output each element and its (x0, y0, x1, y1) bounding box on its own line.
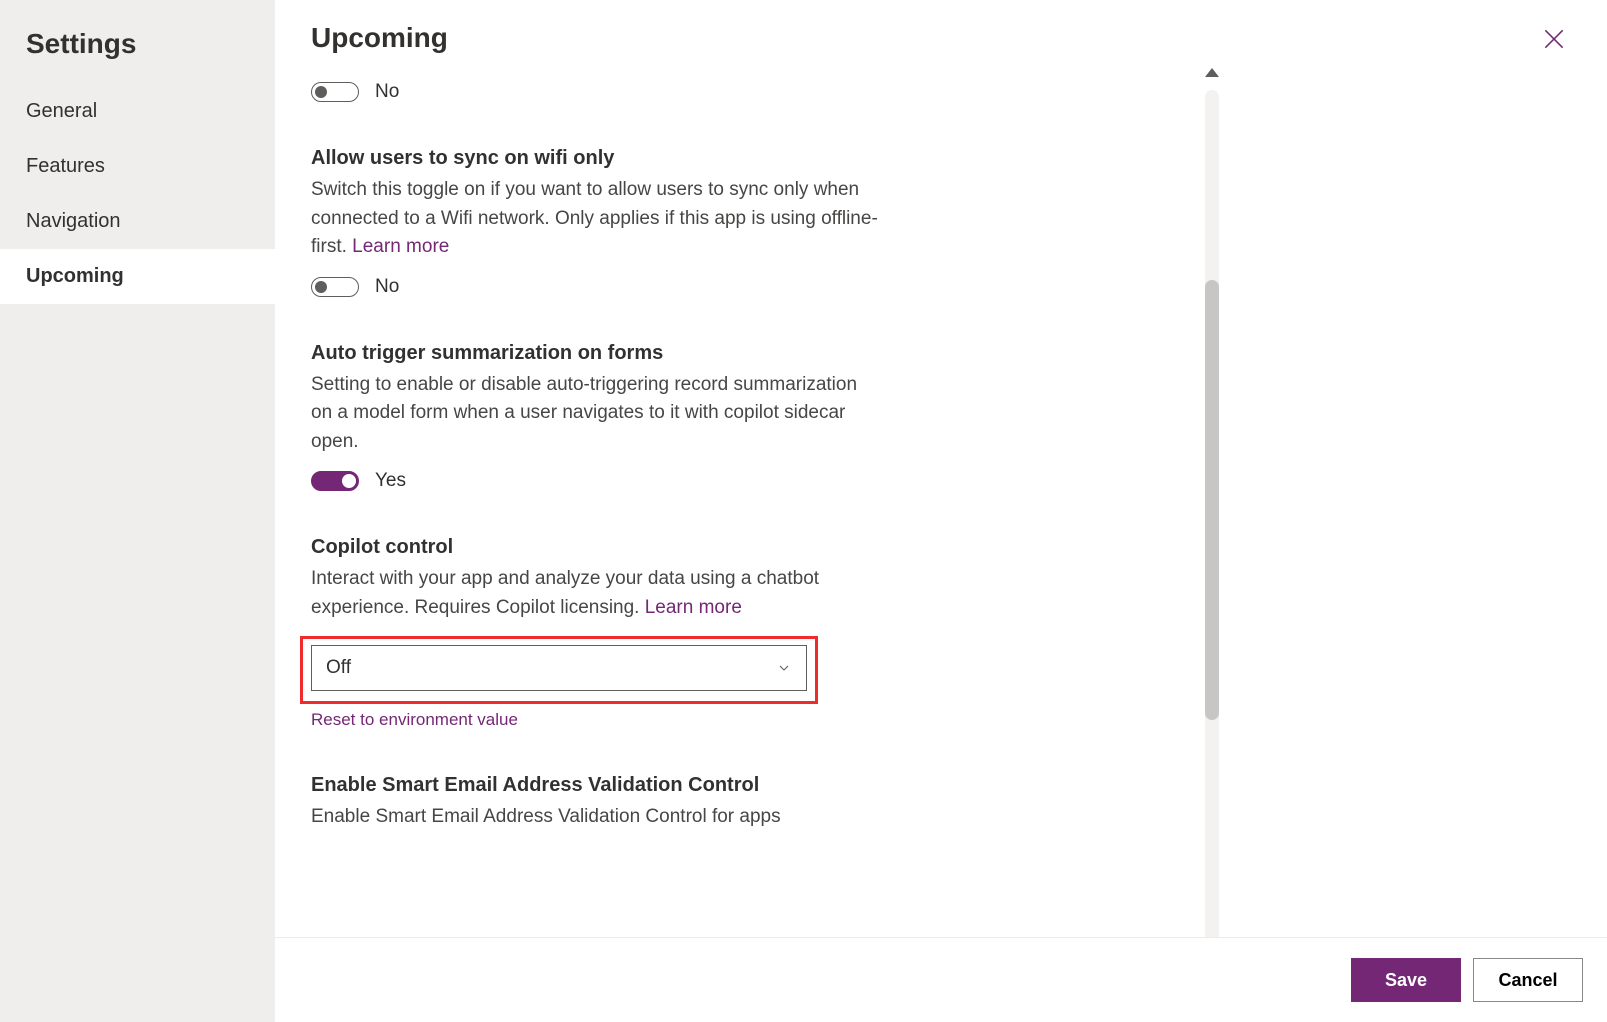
toggle-label-wifi: No (375, 276, 399, 298)
cancel-button[interactable]: Cancel (1473, 958, 1583, 1002)
toggle-wifi-sync[interactable] (311, 277, 359, 297)
scrollbar (1195, 61, 1229, 1022)
footer: Save Cancel (275, 937, 1607, 1022)
save-button[interactable]: Save (1351, 958, 1461, 1002)
sidebar-item-navigation[interactable]: Navigation (0, 194, 275, 249)
setting-title-wifi: Allow users to sync on wifi only (311, 147, 1159, 170)
setting-title-copilot: Copilot control (311, 536, 1159, 559)
highlight-box: Off (300, 636, 818, 704)
close-icon (1541, 26, 1567, 52)
toggle-setting-0[interactable] (311, 82, 359, 102)
learn-more-copilot[interactable]: Learn more (645, 597, 742, 618)
scroll-thumb[interactable] (1205, 280, 1219, 720)
setting-desc-wifi: Switch this toggle on if you want to all… (311, 176, 881, 262)
setting-title-email-validation: Enable Smart Email Address Validation Co… (311, 774, 1159, 797)
settings-content: No Allow users to sync on wifi only Swit… (275, 61, 1195, 1022)
scroll-up-button[interactable] (1203, 63, 1221, 86)
triangle-up-icon (1203, 65, 1221, 79)
page-title: Upcoming (311, 22, 448, 54)
setting-desc-copilot: Interact with your app and analyze your … (311, 565, 881, 622)
setting-desc-summarization: Setting to enable or disable auto-trigge… (311, 371, 881, 457)
setting-title-summarization: Auto trigger summarization on forms (311, 342, 1159, 365)
sidebar: Settings General Features Navigation Upc… (0, 0, 275, 1022)
sidebar-item-general[interactable]: General (0, 84, 275, 139)
sidebar-title: Settings (0, 20, 275, 84)
reset-env-link[interactable]: Reset to environment value (311, 710, 518, 730)
toggle-label-0: No (375, 81, 399, 103)
close-button[interactable] (1537, 22, 1571, 61)
scroll-track[interactable] (1205, 90, 1219, 987)
copilot-select-value: Off (326, 657, 351, 679)
setting-desc-email-validation: Enable Smart Email Address Validation Co… (311, 803, 881, 832)
main-panel: Upcoming No Allow users to sync on wifi … (275, 0, 1607, 1022)
copilot-select[interactable]: Off (311, 645, 807, 691)
toggle-summarization[interactable] (311, 471, 359, 491)
sidebar-item-upcoming[interactable]: Upcoming (0, 249, 275, 304)
learn-more-wifi[interactable]: Learn more (352, 236, 449, 257)
toggle-label-summarization: Yes (375, 470, 406, 492)
chevron-down-icon (776, 660, 792, 676)
sidebar-item-features[interactable]: Features (0, 139, 275, 194)
